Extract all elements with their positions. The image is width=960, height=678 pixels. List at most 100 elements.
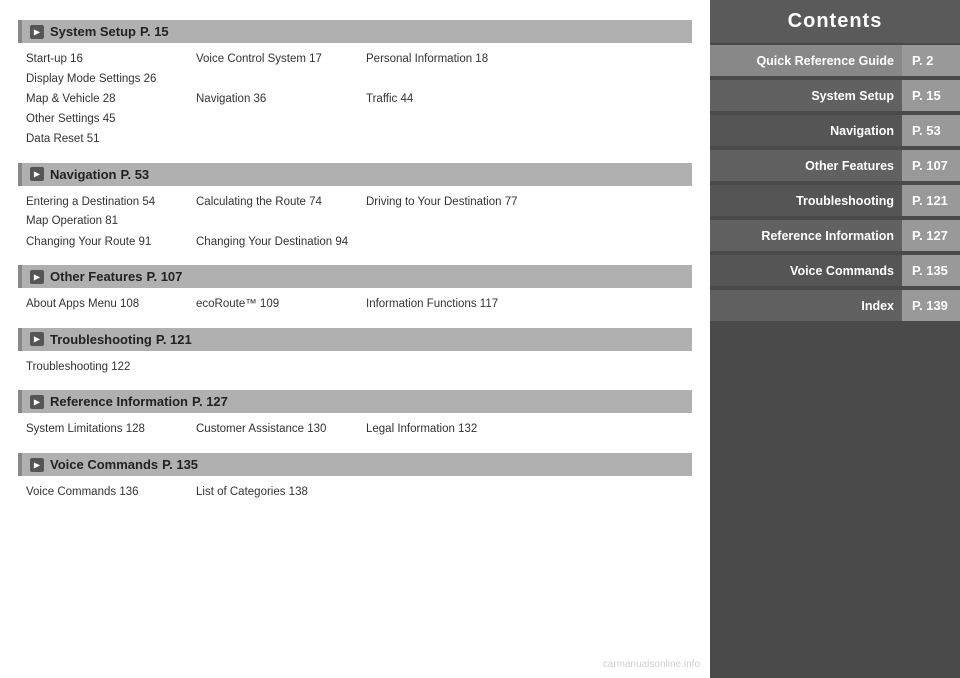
nav-page: P. 121 <box>902 185 960 216</box>
item-row: Entering a Destination 54Calculating the… <box>26 193 688 232</box>
item-row: Troubleshooting 122 <box>26 358 688 378</box>
item-cell: Changing Your Route 91 <box>26 233 196 253</box>
nav-page: P. 107 <box>902 150 960 181</box>
watermark: carmanualsonline.info <box>603 659 700 670</box>
item-cell: Entering a Destination 54 <box>26 193 196 213</box>
item-cell <box>366 358 536 378</box>
nav-page: P. 139 <box>902 290 960 321</box>
section-icon <box>30 270 44 284</box>
section-title: Navigation <box>50 167 116 182</box>
section-block: Troubleshooting P. 121 Troubleshooting 122 <box>18 328 692 381</box>
nav-page: P. 135 <box>902 255 960 286</box>
item-cell <box>366 483 536 503</box>
section-items: Voice Commands 136List of Categories 138 <box>18 480 692 506</box>
section-title: Troubleshooting <box>50 332 152 347</box>
content-area: System Setup P. 15 Start-up 16Voice Contro… <box>0 0 710 678</box>
item-cell: Driving to Your Destination 77 <box>366 193 536 213</box>
nav-page: P. 53 <box>902 115 960 146</box>
sidebar: Contents Quick Reference GuideP. 2System… <box>710 0 960 678</box>
item-cell: Personal Information 18 <box>366 50 536 70</box>
item-cell: Map & Vehicle 28 <box>26 90 196 110</box>
section-block: Navigation P. 53 Entering a Destination 54… <box>18 163 692 256</box>
item-cell: Information Functions 117 <box>366 295 536 315</box>
nav-label: Troubleshooting <box>710 186 902 216</box>
section-block: Other Features P. 107 About Apps Menu 108e… <box>18 265 692 318</box>
item-cell <box>366 233 536 253</box>
nav-page: P. 127 <box>902 220 960 251</box>
sidebar-nav-item[interactable]: TroubleshootingP. 121 <box>710 185 960 216</box>
section-items: Start-up 16Voice Control System 17Person… <box>18 47 692 153</box>
item-cell: Legal Information 132 <box>366 420 536 440</box>
section-icon <box>30 332 44 346</box>
item-cell: Display Mode Settings 26 <box>26 70 196 90</box>
nav-label: Quick Reference Guide <box>710 46 902 76</box>
item-row: Start-up 16Voice Control System 17Person… <box>26 50 688 89</box>
item-cell: Voice Commands 136 <box>26 483 196 503</box>
sidebar-nav-item[interactable]: IndexP. 139 <box>710 290 960 321</box>
section-block: Reference Information P. 127 System Limita… <box>18 390 692 443</box>
item-cell: Other Settings 45 <box>26 110 196 130</box>
sidebar-nav-item[interactable]: Quick Reference GuideP. 2 <box>710 45 960 76</box>
section-header: Voice Commands P. 135 <box>18 453 692 476</box>
section-header: Other Features P. 107 <box>18 265 692 288</box>
section-icon <box>30 458 44 472</box>
nav-page: P. 15 <box>902 80 960 111</box>
nav-label: Index <box>710 291 902 321</box>
section-header: Troubleshooting P. 121 <box>18 328 692 351</box>
item-cell: Calculating the Route 74 <box>196 193 366 213</box>
section-icon <box>30 25 44 39</box>
item-row: Map & Vehicle 28Navigation 36Traffic 44 O… <box>26 90 688 129</box>
item-cell <box>196 130 366 150</box>
item-row: Data Reset 51 <box>26 130 688 150</box>
section-icon <box>30 395 44 409</box>
item-cell: Map Operation 81 <box>26 212 196 232</box>
section-page: P. 135 <box>162 457 198 472</box>
item-cell: Voice Control System 17 <box>196 50 366 70</box>
item-cell: Data Reset 51 <box>26 130 196 150</box>
item-cell: System Limitations 128 <box>26 420 196 440</box>
item-cell: ecoRoute™ 109 <box>196 295 366 315</box>
item-row: Changing Your Route 91Changing Your Dest… <box>26 233 688 253</box>
nav-label: Reference Information <box>710 221 902 251</box>
nav-label: System Setup <box>710 81 902 111</box>
section-page: P. 121 <box>156 332 192 347</box>
item-cell: About Apps Menu 108 <box>26 295 196 315</box>
section-page: P. 15 <box>140 24 169 39</box>
item-cell: List of Categories 138 <box>196 483 366 503</box>
section-title: System Setup <box>50 24 136 39</box>
section-icon <box>30 167 44 181</box>
item-cell: Troubleshooting 122 <box>26 358 196 378</box>
section-title: Voice Commands <box>50 457 158 472</box>
section-items: Troubleshooting 122 <box>18 355 692 381</box>
item-cell: Traffic 44 <box>366 90 536 110</box>
sidebar-nav-item[interactable]: NavigationP. 53 <box>710 115 960 146</box>
section-page: P. 107 <box>146 269 182 284</box>
section-page: P. 53 <box>120 167 149 182</box>
item-cell: Start-up 16 <box>26 50 196 70</box>
section-page: P. 127 <box>192 394 228 409</box>
sidebar-nav-item[interactable]: Voice CommandsP. 135 <box>710 255 960 286</box>
item-cell: Customer Assistance 130 <box>196 420 366 440</box>
nav-label: Other Features <box>710 151 902 181</box>
item-cell <box>196 358 366 378</box>
item-cell: Navigation 36 <box>196 90 366 110</box>
section-items: System Limitations 128Customer Assistanc… <box>18 417 692 443</box>
section-block: System Setup P. 15 Start-up 16Voice Contro… <box>18 20 692 153</box>
nav-page: P. 2 <box>902 45 960 76</box>
section-title: Other Features <box>50 269 142 284</box>
sidebar-nav-item[interactable]: Other FeaturesP. 107 <box>710 150 960 181</box>
section-title: Reference Information <box>50 394 188 409</box>
section-block: Voice Commands P. 135 Voice Commands 136Li… <box>18 453 692 506</box>
section-items: About Apps Menu 108ecoRoute™ 109Informat… <box>18 292 692 318</box>
section-header: System Setup P. 15 <box>18 20 692 43</box>
section-header: Navigation P. 53 <box>18 163 692 186</box>
sidebar-title: Contents <box>710 0 960 43</box>
section-header: Reference Information P. 127 <box>18 390 692 413</box>
item-row: System Limitations 128Customer Assistanc… <box>26 420 688 440</box>
sidebar-nav-item[interactable]: System SetupP. 15 <box>710 80 960 111</box>
nav-label: Navigation <box>710 116 902 146</box>
item-row: Voice Commands 136List of Categories 138 <box>26 483 688 503</box>
item-cell: Changing Your Destination 94 <box>196 233 366 253</box>
sidebar-nav-item[interactable]: Reference InformationP. 127 <box>710 220 960 251</box>
item-row: About Apps Menu 108ecoRoute™ 109Informat… <box>26 295 688 315</box>
